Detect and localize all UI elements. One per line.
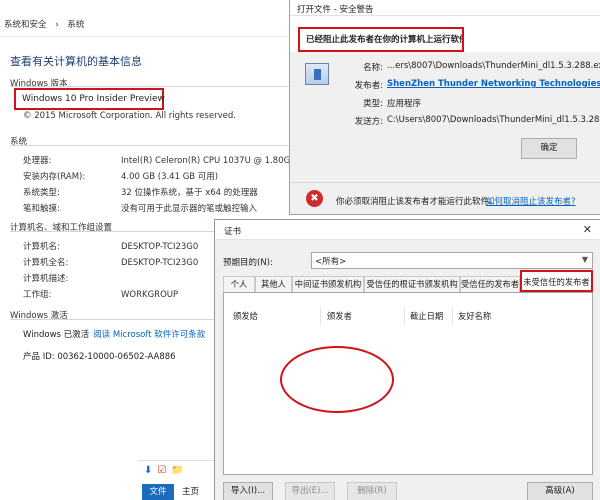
info-row-full-name: 计算机全名: DESKTOP-TCI23G0: [23, 256, 198, 268]
certificates-dialog: 证书 ✕ 预期目的(N): <所有> ▼ 个人 其他人 中间证书颁发机构 受信任…: [214, 219, 600, 500]
dialog-titlebar[interactable]: 证书 ✕: [215, 220, 600, 240]
info-label: 工作组:: [23, 290, 52, 300]
divider: [10, 86, 295, 87]
info-value: 没有可用于此显示器的笔或触控输入: [121, 204, 258, 214]
export-button[interactable]: 导出(E)...: [285, 482, 335, 500]
info-row-pen-touch: 笔和触摸: 没有可用于此显示器的笔或触控输入: [23, 202, 257, 214]
import-button[interactable]: 导入(I)...: [223, 482, 273, 500]
tab-trusted-publishers[interactable]: 受信任的发布者: [460, 276, 520, 292]
info-row-description: 计算机描述:: [23, 272, 121, 284]
advanced-button[interactable]: 高级(A): [527, 482, 593, 500]
column-header-friendly-name[interactable]: 友好名称: [458, 310, 491, 322]
info-value: Intel(R) Celeron(R) CPU 1037U @ 1.80GHz: [121, 156, 302, 166]
info-label: 计算机描述:: [23, 274, 69, 284]
field-label: 发布者:: [354, 81, 383, 91]
ok-button[interactable]: 确定: [521, 138, 577, 159]
info-value: 32 位操作系统，基于 x64 的处理器: [121, 188, 258, 198]
file-explorer-ribbon: ⬇ ☑ 📁 文件 主页: [138, 460, 214, 500]
activation-status: Windows 已激活 阅读 Microsoft 软件许可条款: [23, 328, 205, 340]
info-row-ram: 安装内存(RAM): 4.00 GB (3.41 GB 可用): [23, 170, 218, 182]
tab-file[interactable]: 文件: [142, 484, 174, 500]
checklist-icon[interactable]: ☑: [157, 465, 166, 476]
info-label: 处理器:: [23, 156, 52, 166]
breadcrumb-system-security[interactable]: 系统和安全: [4, 20, 47, 30]
blocked-shield-icon: ✖: [306, 190, 323, 207]
dialog-title: 证书: [224, 227, 242, 237]
tab-other-people[interactable]: 其他人: [255, 276, 292, 292]
tab-home[interactable]: 主页: [182, 484, 199, 500]
tab-intermediate-ca[interactable]: 中间证书颁发机构: [292, 276, 364, 292]
tab-trusted-root-ca[interactable]: 受信任的根证书颁发机构: [364, 276, 460, 292]
column-header-expiration[interactable]: 截止日期: [410, 310, 443, 322]
info-value: DESKTOP-TCI23G0: [121, 258, 199, 268]
info-value: 4.00 GB (3.41 GB 可用): [121, 172, 219, 182]
footer-message: 你必须取消阻止该发布者才能运行此软件。: [336, 197, 498, 207]
license-terms-link[interactable]: 阅读 Microsoft 软件许可条款: [93, 330, 205, 340]
divider: [290, 182, 600, 183]
activation-status-text: Windows 已激活: [23, 330, 90, 340]
certificate-list[interactable]: 颁发给 颁发者 截止日期 友好名称: [223, 292, 593, 475]
unblock-publisher-link[interactable]: 如何取消阻止该发布者?: [486, 195, 576, 207]
breadcrumb: 系统和安全 › 系统: [4, 18, 90, 30]
info-row-processor: 处理器: Intel(R) Celeron(R) CPU 1037U @ 1.80…: [23, 154, 314, 166]
info-label: 计算机名:: [23, 242, 60, 252]
quick-access-toolbar: ⬇ ☑ 📁: [144, 465, 189, 476]
info-label: 系统类型:: [23, 188, 60, 198]
remove-button[interactable]: 删除(R): [347, 482, 397, 500]
info-value: DESKTOP-TCI23G0: [121, 242, 199, 252]
tab-untrusted-publishers[interactable]: 未受信任的发布者: [520, 270, 593, 292]
folder-icon[interactable]: 📁: [171, 465, 183, 476]
column-divider: [320, 307, 321, 325]
field-label: 发送方:: [354, 117, 383, 127]
download-icon[interactable]: ⬇: [144, 465, 152, 476]
field-label: 名称:: [363, 63, 383, 73]
field-label: 类型:: [363, 99, 383, 109]
type-value: 应用程序: [387, 99, 422, 109]
info-label: 计算机全名:: [23, 258, 69, 268]
security-warning-dialog: 打开文件 - 安全警告 已经阻止此发布者在你的计算机上运行软件。 名称: ...e…: [289, 0, 600, 215]
column-divider: [452, 307, 453, 325]
edition-value: Windows 10 Pro Insider Preview: [14, 88, 165, 110]
empty-list-annotation: [280, 346, 394, 413]
page-title: 查看有关计算机的基本信息: [10, 55, 142, 68]
tab-personal[interactable]: 个人: [223, 276, 255, 292]
info-label: 笔和触摸:: [23, 204, 60, 214]
dialog-titlebar[interactable]: 打开文件 - 安全警告: [290, 0, 600, 16]
column-header-issued-by[interactable]: 颁发者: [327, 310, 352, 322]
breadcrumb-separator: ›: [55, 20, 59, 30]
product-id: 产品 ID: 00362-10000-06502-AA886: [23, 352, 176, 362]
file-name-row: 名称: ...ers\8007\Downloads\ThunderMini_dl1…: [320, 61, 600, 73]
from-row: 发送方: C:\Users\8007\Downloads\ThunderMini_…: [320, 115, 600, 127]
from-value: C:\Users\8007\Downloads\ThunderMini_dl1.…: [387, 115, 600, 125]
chevron-down-icon: ▼: [581, 255, 588, 264]
blocked-publisher-message: 已经阻止此发布者在你的计算机上运行软件。: [298, 27, 464, 52]
info-row-system-type: 系统类型: 32 位操作系统，基于 x64 的处理器: [23, 186, 258, 198]
info-row-workgroup: 工作组: WORKGROUP: [23, 288, 178, 300]
close-icon[interactable]: ✕: [583, 223, 592, 236]
breadcrumb-system[interactable]: 系统: [67, 20, 84, 30]
type-row: 类型: 应用程序: [320, 97, 600, 109]
publisher-row: 发布者: ShenZhen Thunder Networking Technolo…: [320, 79, 600, 91]
intended-purpose-value: <所有>: [315, 257, 347, 267]
info-label: 安装内存(RAM):: [23, 172, 86, 182]
divider: [0, 36, 300, 37]
divider: [10, 145, 295, 146]
column-header-issued-to[interactable]: 颁发给: [233, 310, 258, 322]
intended-purpose-select[interactable]: <所有> ▼: [311, 252, 593, 269]
file-name-value: ...ers\8007\Downloads\ThunderMini_dl1.5.…: [387, 61, 600, 71]
column-divider: [404, 307, 405, 325]
dialog-title: 打开文件 - 安全警告: [297, 5, 374, 15]
info-value: WORKGROUP: [121, 290, 179, 300]
copyright-text: © 2015 Microsoft Corporation. All rights…: [23, 111, 236, 121]
publisher-link[interactable]: ShenZhen Thunder Networking Technologies…: [387, 79, 600, 89]
info-row-computer-name: 计算机名: DESKTOP-TCI23G0: [23, 240, 198, 252]
intended-purpose-label: 预期目的(N):: [223, 258, 273, 268]
